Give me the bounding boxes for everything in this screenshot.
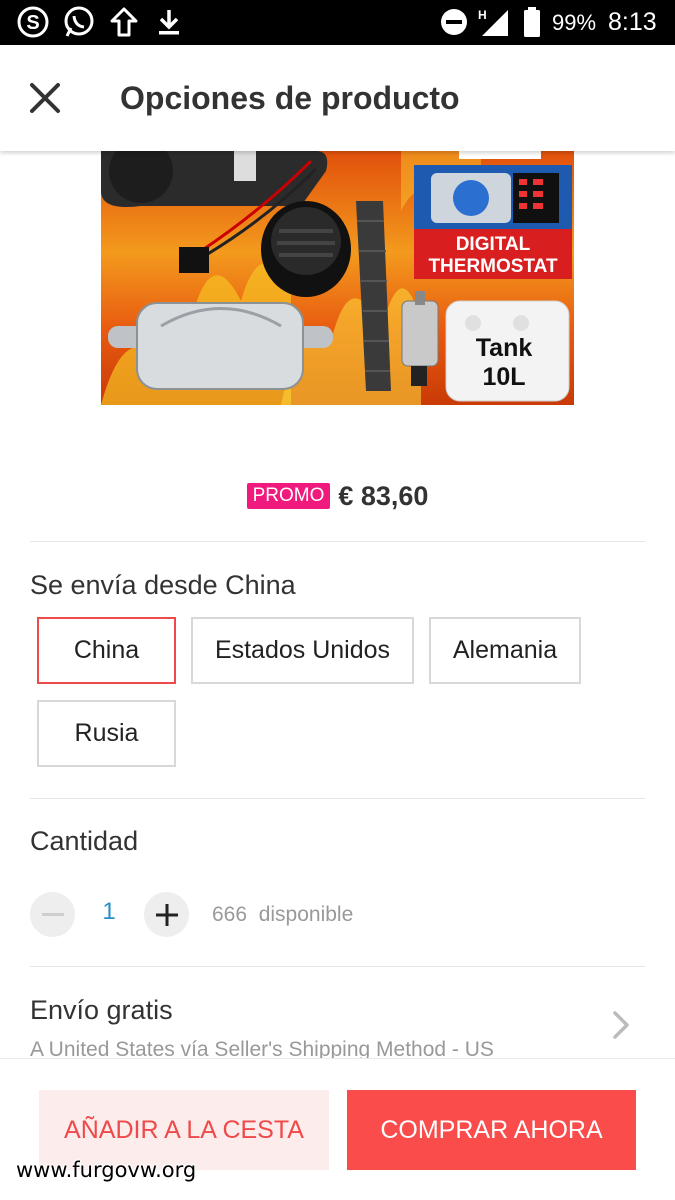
divider bbox=[30, 966, 645, 967]
ship-option-russia[interactable]: Rusia bbox=[37, 700, 176, 767]
ships-from-title: Se envía desde China bbox=[30, 570, 296, 600]
skype-icon: S bbox=[16, 6, 50, 38]
quantity-title: Cantidad bbox=[30, 826, 139, 856]
chevron-right-icon[interactable] bbox=[608, 1008, 634, 1042]
price-row: PROMO € 83,60 bbox=[0, 476, 675, 516]
download-icon bbox=[154, 6, 184, 38]
minus-icon bbox=[41, 912, 64, 916]
signal-icon: H bbox=[476, 6, 510, 38]
ship-option-germany[interactable]: Alemania bbox=[429, 617, 581, 684]
page-title: Opciones de producto bbox=[120, 80, 460, 116]
quantity-value[interactable]: 1 bbox=[96, 898, 122, 926]
shipping-title[interactable]: Envío gratis bbox=[30, 995, 173, 1026]
clock: 8:13 bbox=[608, 8, 657, 36]
thermostat-label-line2: THERMOSTAT bbox=[428, 256, 558, 277]
divider bbox=[30, 541, 645, 542]
divider bbox=[30, 798, 645, 799]
tank-label: Tank bbox=[476, 334, 533, 362]
price: € 83,60 bbox=[338, 480, 429, 511]
header-bar: Opciones de producto bbox=[0, 45, 675, 151]
decrease-quantity-button[interactable] bbox=[30, 892, 75, 937]
plus-icon bbox=[155, 903, 178, 926]
buy-now-button[interactable]: COMPRAR AHORA bbox=[347, 1090, 636, 1170]
svg-text:S: S bbox=[26, 12, 39, 34]
battery-icon bbox=[522, 6, 542, 38]
thermostat-label-line1: DIGITAL bbox=[456, 234, 531, 255]
close-icon bbox=[30, 83, 60, 113]
increase-quantity-button[interactable] bbox=[144, 892, 189, 937]
do-not-disturb-icon bbox=[439, 6, 469, 38]
battery-percent: 99% bbox=[552, 9, 597, 35]
upload-icon bbox=[108, 6, 140, 38]
svg-text:H: H bbox=[478, 8, 487, 22]
ship-option-china[interactable]: China bbox=[37, 617, 176, 684]
product-image[interactable]: Tank 10L DIGITAL THERMOSTAT bbox=[101, 151, 574, 405]
stock-available: 666 disponible bbox=[212, 903, 354, 926]
close-button[interactable] bbox=[22, 75, 68, 121]
status-bar: S H 99% 8:13 bbox=[0, 0, 675, 45]
ship-option-united-states[interactable]: Estados Unidos bbox=[191, 617, 414, 684]
promo-badge: PROMO bbox=[246, 483, 331, 509]
watermark: www.furgovw.org bbox=[16, 1158, 197, 1182]
whatsapp-icon bbox=[62, 6, 96, 38]
tank-capacity-label: 10L bbox=[482, 363, 525, 391]
